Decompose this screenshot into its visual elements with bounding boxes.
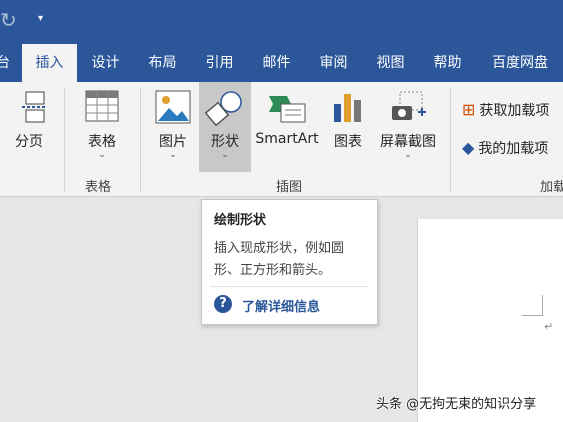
my-addins-label: 我的加载项 [478,141,549,157]
tab-design[interactable]: 设计 [78,44,133,82]
customize-qat-icon[interactable]: ▾ [38,13,43,24]
picture-label: 图片 [159,134,187,150]
smartart-button[interactable]: SmartArt [252,82,322,172]
shapes-label: 形状 [211,134,239,150]
tab-insert[interactable]: 插入 [22,44,77,82]
smartart-icon [269,96,306,123]
screenshot-icon [392,91,426,120]
tooltip-description: 插入现成形状，例如圆形、正方形和箭头。 [214,241,345,278]
picture-icon [155,90,191,124]
page-break-button[interactable]: 分页 [0,82,58,172]
document-page[interactable]: ↵ [417,219,563,422]
ribbon-tabs: 台 插入 设计 布局 引用 邮件 审阅 视图 帮助 百度网盘 [0,44,563,82]
picture-button[interactable]: 图片 ⌄ [148,82,198,172]
shapes-icon [205,91,242,126]
paragraph-mark: ↵ [544,320,554,333]
group-label-illustrations: 插图 [276,180,303,195]
group-separator [64,88,65,192]
chevron-down-icon: ⌄ [98,150,106,160]
group-label-table: 表格 [85,180,112,195]
margin-corner-mark [522,295,543,316]
tab-layout[interactable]: 布局 [135,44,190,82]
tab-review[interactable]: 审阅 [306,44,361,82]
group-label-addins: 加载 [540,180,563,195]
tab-references[interactable]: 引用 [192,44,247,82]
shapes-button[interactable]: 形状 ⌄ [199,82,251,172]
shapes-tooltip: 绘制形状 插入现成形状，例如圆形、正方形和箭头。 ? 了解详细信息 [201,199,378,325]
smartart-label: SmartArt [255,131,319,147]
get-addins-button[interactable]: ⊞ 获取加载项 [462,100,549,120]
table-label: 表格 [88,134,116,150]
get-addins-label: 获取加载项 [479,103,550,119]
learn-more-link[interactable]: 了解详细信息 [242,296,320,315]
chart-button[interactable]: 图表 [326,82,370,172]
chart-icon [334,94,361,122]
screenshot-label: 屏幕截图 [380,134,436,150]
title-bar: ↻ ▾ [0,0,563,44]
ribbon: 分页 表格 ⌄ 表格 图片 ⌄ 形状 ⌄ SmartArt 图表 屏幕截图 ⌄ … [0,82,563,197]
tab-baidu-netdisk[interactable]: 百度网盘 [480,44,560,82]
chevron-down-icon: ⌄ [169,150,177,160]
group-separator [450,88,451,192]
tab-help[interactable]: 帮助 [420,44,475,82]
screenshot-button[interactable]: 屏幕截图 ⌄ [372,82,444,172]
table-icon [85,90,119,122]
redo-icon[interactable]: ↻ [0,8,17,32]
tab-mailings[interactable]: 邮件 [249,44,304,82]
chevron-down-icon: ⌄ [404,150,412,160]
group-separator [140,88,141,192]
watermark: 头条 @无拘无束的知识分享 [376,397,537,412]
chart-label: 图表 [334,134,362,150]
chevron-down-icon: ⌄ [221,150,229,160]
page-break-icon [22,91,46,123]
tooltip-title: 绘制形状 [214,213,267,228]
help-icon[interactable]: ? [214,295,232,313]
page-break-label: 分页 [15,134,43,150]
tab-view[interactable]: 视图 [363,44,418,82]
tab-home-partial[interactable]: 台 [0,44,12,82]
cube-icon: ◆ [462,138,475,157]
store-icon: ⊞ [462,100,476,119]
tooltip-divider [210,286,369,287]
table-button[interactable]: 表格 ⌄ [72,82,132,172]
my-addins-button[interactable]: ◆ 我的加载项 [462,138,548,158]
